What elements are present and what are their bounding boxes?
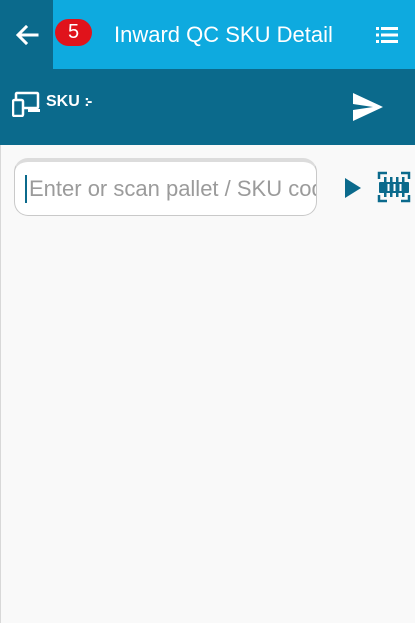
list-menu-icon [376,27,398,43]
content-area [0,145,415,623]
back-button[interactable] [0,0,53,69]
back-arrow-icon [15,24,38,45]
sku-label: SKU : [46,93,90,110]
notification-badge: 5 [55,19,92,46]
scan-input[interactable] [14,158,317,216]
play-arrow-icon[interactable] [341,174,365,202]
send-icon[interactable] [351,91,385,123]
app-bar: 5 Inward QC SKU Detail [0,0,415,69]
menu-button[interactable] [372,21,402,49]
barcode-scan-icon[interactable] [376,170,412,204]
text-cursor [25,175,27,203]
devices-icon [12,91,40,117]
sku-value: - [87,93,93,110]
page-title: Inward QC SKU Detail [114,22,333,47]
sku-bar: SKU : - [0,69,415,145]
